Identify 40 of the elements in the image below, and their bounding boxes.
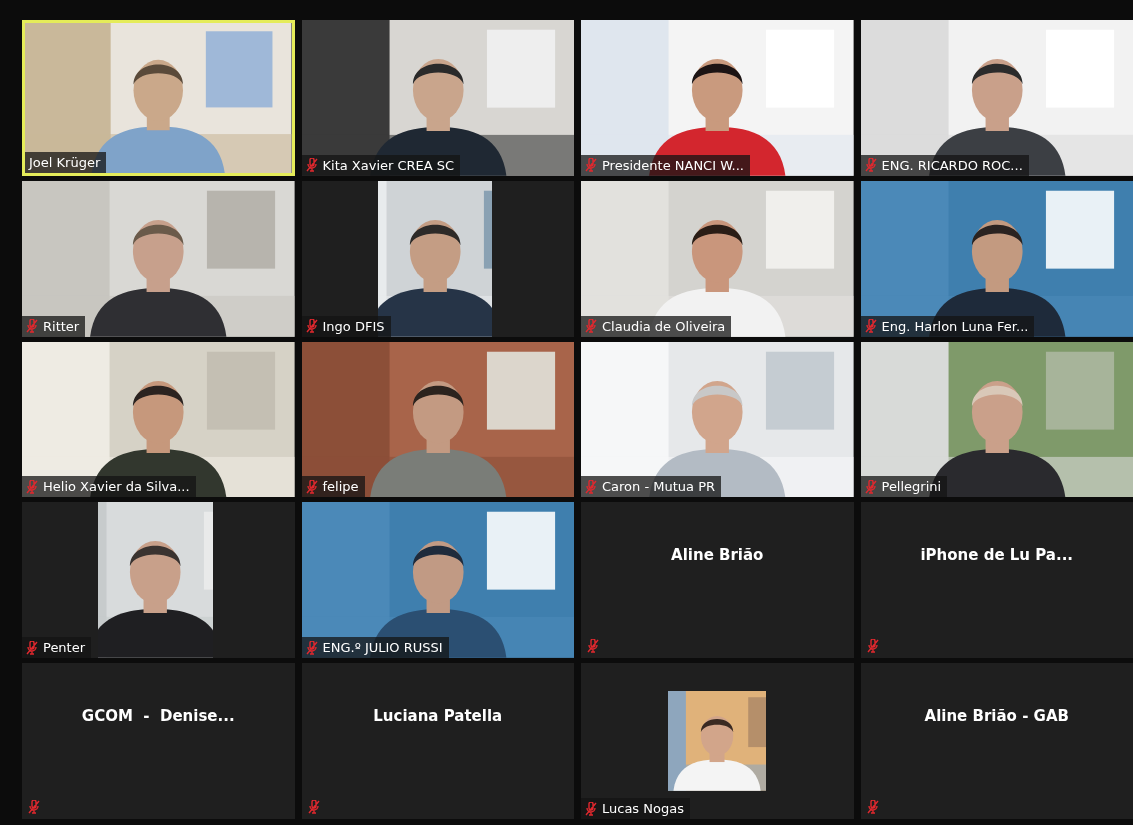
name-label: Ingo DFIS bbox=[301, 315, 391, 337]
participant-tile[interactable]: iPhone de Lu Pa... bbox=[860, 502, 1133, 659]
name-label: Eng. Harlon Luna Fer... bbox=[860, 315, 1035, 337]
participant-tile[interactable]: Helio Xavier da Silva... bbox=[22, 341, 295, 498]
participant-tile[interactable]: Ritter bbox=[22, 180, 295, 337]
name-label: ENG. RICARDO ROC... bbox=[860, 154, 1029, 176]
participant-tile[interactable]: GCOM - Denise... bbox=[22, 663, 295, 819]
name-label: ENG.º JULIO RUSSI bbox=[301, 637, 449, 659]
participant-tile[interactable]: Luciana Patella bbox=[301, 663, 574, 819]
participant-tile[interactable]: ENG.º JULIO RUSSI bbox=[301, 502, 574, 659]
participant-tile[interactable]: Eng. Harlon Luna Fer... bbox=[860, 180, 1133, 337]
name-label: Ritter bbox=[22, 315, 86, 337]
participant-tile[interactable]: ENG. RICARDO ROC... bbox=[860, 20, 1133, 176]
name-label: Penter bbox=[22, 637, 92, 659]
name-label: felipe bbox=[301, 476, 365, 498]
participant-tile[interactable]: Kita Xavier CREA SC bbox=[301, 20, 574, 176]
participant-name: Aline Brião - GAB bbox=[923, 707, 1070, 726]
participant-tile[interactable]: Lucas Nogas bbox=[581, 663, 854, 819]
participant-name: GCOM - Denise... bbox=[80, 707, 236, 726]
participant-tile[interactable]: Pellegrini bbox=[860, 341, 1133, 498]
participant-name: iPhone de Lu Pa... bbox=[919, 546, 1075, 565]
participant-tile[interactable]: Penter bbox=[22, 502, 295, 659]
name-label: Lucas Nogas bbox=[581, 798, 690, 819]
participant-tile[interactable]: Presidente NANCI W... bbox=[581, 20, 854, 176]
name-label: Pellegrini bbox=[860, 476, 948, 498]
participant-tile[interactable]: Joel Krüger bbox=[22, 20, 295, 176]
name-label: Caron - Mutua PR bbox=[581, 476, 721, 498]
participant-tile[interactable]: Caron - Mutua PR bbox=[581, 341, 854, 498]
name-label: Joel Krüger bbox=[25, 151, 107, 173]
participant-tile[interactable]: Ingo DFIS bbox=[301, 180, 574, 337]
participant-tile[interactable]: felipe bbox=[301, 341, 574, 498]
participant-name: Luciana Patella bbox=[372, 707, 504, 726]
participant-tile[interactable]: Claudia de Oliveira bbox=[581, 180, 854, 337]
name-label: Helio Xavier da Silva... bbox=[22, 476, 196, 498]
participant-tile[interactable]: Aline Brião - GAB bbox=[860, 663, 1133, 819]
participant-name: Aline Brião bbox=[670, 546, 765, 565]
name-label: Kita Xavier CREA SC bbox=[301, 154, 461, 176]
participant-tile[interactable]: Aline Brião bbox=[581, 502, 854, 659]
name-label: Presidente NANCI W... bbox=[581, 154, 750, 176]
name-label: Claudia de Oliveira bbox=[581, 315, 732, 337]
